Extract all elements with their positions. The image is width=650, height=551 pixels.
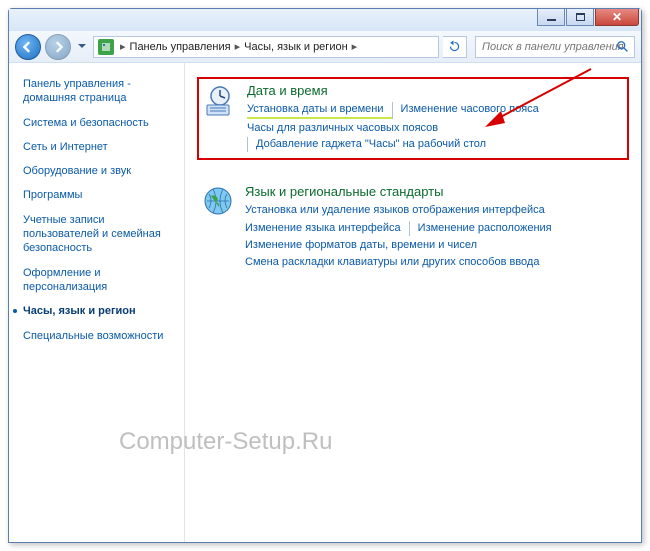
search-input[interactable]: [480, 40, 630, 54]
forward-button[interactable]: [45, 34, 71, 60]
address-bar[interactable]: ▸ Панель управления ▸ Часы, язык и регио…: [93, 36, 439, 58]
sidebar-item-accounts[interactable]: Учетные записи пользователей и семейная …: [23, 213, 178, 256]
category-date-time: Дата и время Установка даты и времени Из…: [197, 77, 629, 160]
sidebar-item-appearance[interactable]: Оформление и персонализация: [23, 266, 178, 295]
breadcrumb[interactable]: Часы, язык и регион: [242, 41, 350, 53]
minimize-button[interactable]: [537, 9, 565, 26]
link-change-formats[interactable]: Изменение форматов даты, времени и чисел: [245, 238, 485, 253]
refresh-button[interactable]: [443, 36, 467, 58]
link-change-keyboard[interactable]: Смена раскладки клавиатуры или других сп…: [245, 255, 547, 270]
close-button[interactable]: ✕: [595, 9, 639, 26]
link-additional-clocks[interactable]: Часы для различных часовых поясов: [247, 121, 446, 136]
category-region-language: Язык и региональные стандарты Установка …: [197, 180, 629, 277]
chevron-right-icon: ▸: [233, 40, 243, 53]
navigation-bar: ▸ Панель управления ▸ Часы, язык и регио…: [9, 31, 641, 63]
history-dropdown[interactable]: [75, 34, 89, 60]
sidebar: Панель управления - домашняя страница Си…: [9, 63, 185, 542]
link-install-display-languages[interactable]: Установка или удаление языков отображени…: [245, 203, 553, 218]
category-title[interactable]: Язык и региональные стандарты: [245, 184, 625, 199]
link-set-date-time[interactable]: Установка даты и времени: [247, 102, 392, 119]
category-title[interactable]: Дата и время: [247, 83, 623, 98]
sidebar-item-hardware[interactable]: Оборудование и звук: [23, 164, 178, 178]
sidebar-item-system[interactable]: Система и безопасность: [23, 116, 178, 130]
breadcrumb[interactable]: Панель управления: [128, 41, 233, 53]
window-titlebar: ✕: [9, 9, 641, 31]
link-change-location[interactable]: Изменение расположения: [409, 221, 560, 236]
control-panel-icon: [98, 39, 114, 55]
search-box[interactable]: [475, 36, 635, 58]
sidebar-item-home[interactable]: Панель управления - домашняя страница: [23, 77, 178, 106]
chevron-right-icon: ▸: [118, 40, 128, 53]
link-add-clock-gadget[interactable]: Добавление гаджета "Часы" на рабочий сто…: [247, 137, 494, 152]
sidebar-item-clock-region[interactable]: Часы, язык и регион: [23, 304, 178, 318]
search-icon: [616, 40, 630, 54]
link-change-display-language[interactable]: Изменение языка интерфейса: [245, 221, 409, 236]
sidebar-item-accessibility[interactable]: Специальные возможности: [23, 329, 178, 343]
sidebar-item-programs[interactable]: Программы: [23, 188, 178, 202]
globe-icon: [201, 184, 235, 218]
sidebar-item-network[interactable]: Сеть и Интернет: [23, 140, 178, 154]
chevron-right-icon: ▸: [350, 40, 360, 53]
link-change-timezone[interactable]: Изменение часового пояса: [392, 102, 547, 119]
back-button[interactable]: [15, 34, 41, 60]
clock-icon: [203, 83, 237, 117]
main-content: Дата и время Установка даты и времени Из…: [185, 63, 641, 542]
maximize-button[interactable]: [566, 9, 594, 26]
